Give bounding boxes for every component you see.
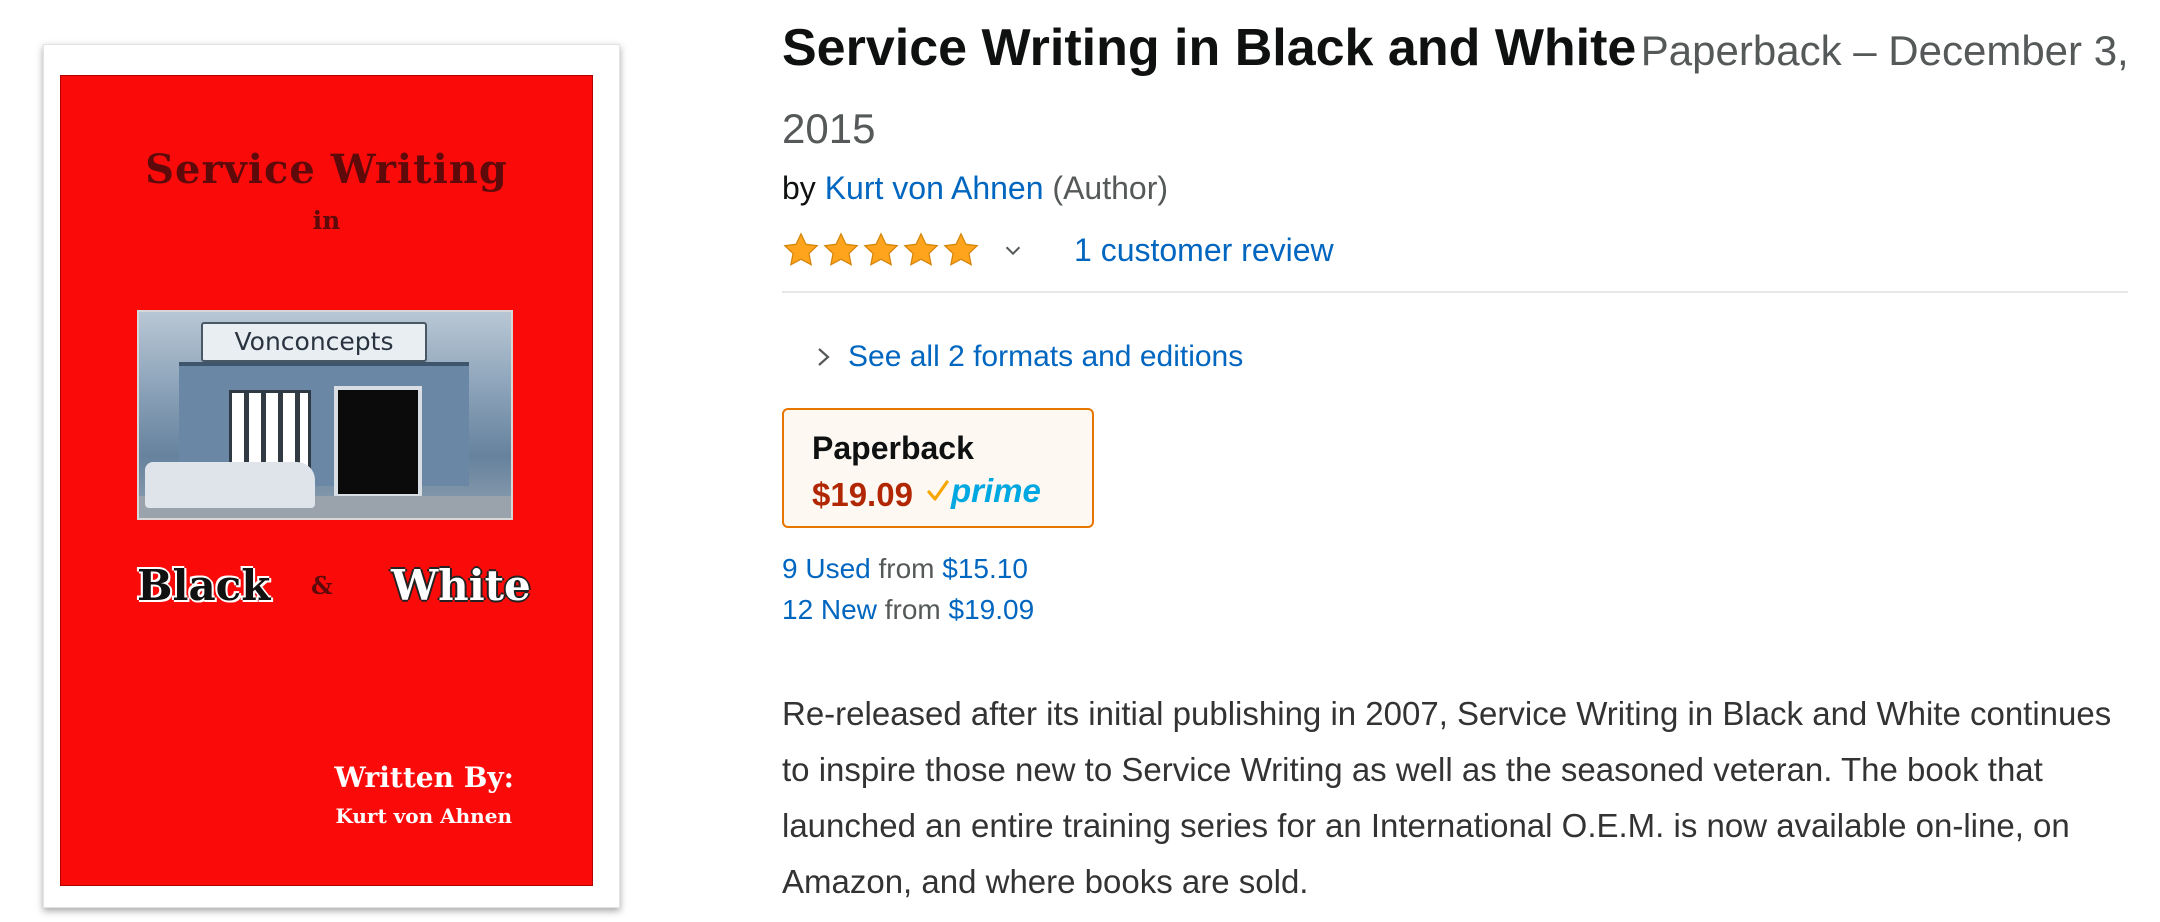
star-icon: [863, 232, 899, 266]
cover-ampersand: &: [311, 571, 333, 600]
swatch-price: $19.09: [812, 476, 913, 513]
chevron-right-icon: [818, 348, 830, 366]
star-icon: [903, 232, 939, 266]
by-label: by: [782, 170, 816, 206]
new-count-link[interactable]: 12 New: [782, 594, 877, 625]
offer-used: 9 Used from $15.10: [782, 548, 1034, 589]
star-icon: [943, 232, 979, 266]
cover-photo-sign: Vonconcepts: [201, 322, 427, 362]
byline: by Kurt von Ahnen (Author): [782, 170, 1168, 207]
star-rating[interactable]: [782, 231, 980, 269]
book-description: Re-released after its initial publishing…: [782, 695, 2112, 900]
cover-written-by: Written By:: [334, 761, 514, 794]
cover-title: Service Writing: [145, 146, 508, 193]
cover-author: Kurt von Ahnen: [335, 804, 512, 828]
book-cover-image[interactable]: Service Writing in Vonconcepts Black & W…: [43, 44, 620, 908]
chevron-down-icon[interactable]: [1002, 239, 1024, 261]
checkmark-icon: [927, 480, 949, 501]
cover-word-white: White: [391, 561, 531, 610]
tow-truck: [145, 462, 315, 508]
prime-logo-text: prime: [951, 472, 1041, 509]
new-price-link[interactable]: $19.09: [949, 594, 1035, 625]
customer-review-link[interactable]: 1 customer review: [1074, 232, 1334, 269]
offer-new: 12 New from $19.09: [782, 589, 1034, 630]
product-title: Service Writing in Black and White: [782, 19, 1637, 77]
cover-artwork: Service Writing in Vonconcepts Black & W…: [60, 75, 593, 886]
cover-word-black: Black: [137, 561, 271, 610]
cover-black-white: Black & White: [61, 561, 592, 621]
star-icon: [823, 232, 859, 266]
used-price-link[interactable]: $15.10: [942, 553, 1028, 584]
divider: [782, 291, 2128, 293]
from-label: from: [884, 594, 941, 625]
garage-door: [334, 386, 422, 498]
formats-toggle[interactable]: See all 2 formats and editions: [816, 340, 1243, 374]
format-swatch-paperback[interactable]: Paperback $19.09 prime: [782, 408, 1094, 528]
prime-badge: prime: [926, 472, 1041, 510]
cover-photo: Vonconcepts: [137, 310, 513, 520]
from-label: from: [878, 553, 935, 584]
used-count-link[interactable]: 9 Used: [782, 553, 871, 584]
author-role: (Author): [1052, 170, 1168, 206]
rating-row: 1 customer review: [782, 228, 1334, 272]
star-icon: [783, 232, 819, 266]
author-link[interactable]: Kurt von Ahnen: [825, 170, 1044, 206]
swatch-format-label: Paperback: [812, 430, 974, 466]
offers-list: 9 Used from $15.10 12 New from $19.09: [782, 548, 1034, 630]
title-block: Service Writing in Black and White Paper…: [782, 14, 2130, 173]
cover-in-text: in: [312, 206, 341, 235]
see-all-formats-link[interactable]: See all 2 formats and editions: [848, 340, 1243, 374]
